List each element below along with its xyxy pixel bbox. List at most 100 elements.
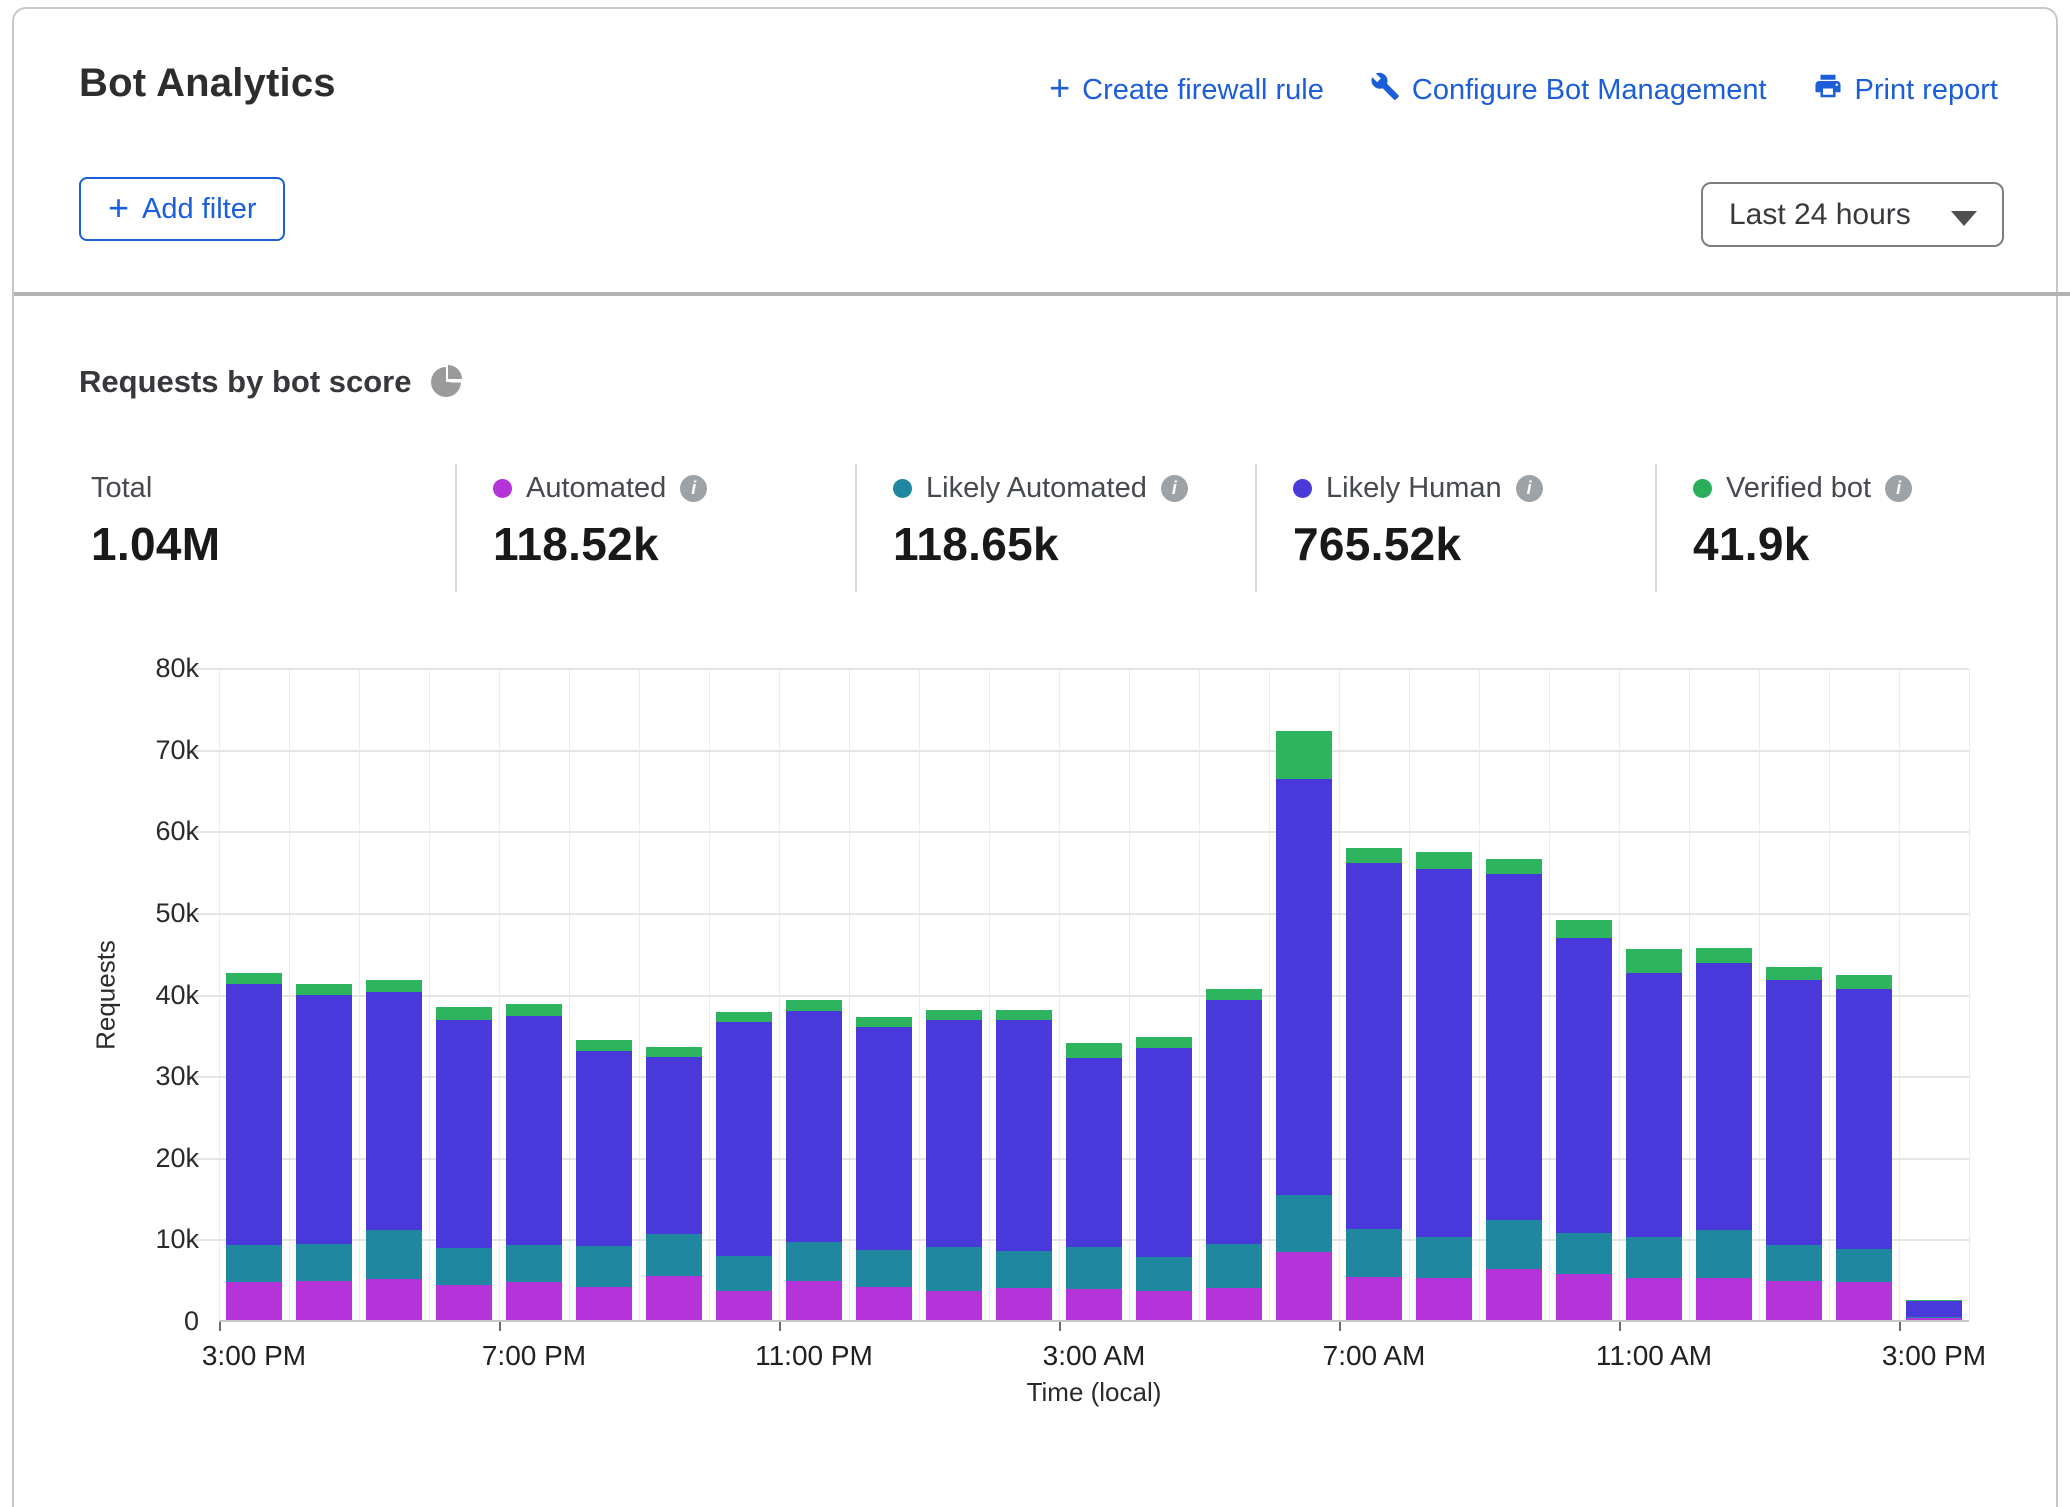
segment-verified-bot <box>786 1000 842 1011</box>
segment-likely-automated <box>926 1247 982 1290</box>
legend-dot-verified-bot <box>1693 479 1712 498</box>
segment-likely-automated <box>1486 1220 1542 1268</box>
segment-verified-bot <box>296 984 352 995</box>
segment-likely-human <box>996 1020 1052 1251</box>
segment-likely-human <box>226 984 282 1245</box>
segment-likely-human <box>1136 1048 1192 1257</box>
info-icon[interactable]: i <box>1161 475 1188 502</box>
y-tick-label: 0 <box>14 1306 199 1337</box>
segment-likely-automated <box>1626 1237 1682 1278</box>
x-tick-label: 3:00 PM <box>1882 1340 1986 1372</box>
segment-verified-bot <box>436 1007 492 1020</box>
print-report-link[interactable]: Print report <box>1813 71 1998 109</box>
x-tick-mark <box>1059 1322 1061 1331</box>
segment-verified-bot <box>1766 967 1822 981</box>
y-tick-label: 10k <box>14 1224 199 1255</box>
time-range-select[interactable]: Last 24 hours <box>1701 182 2004 247</box>
y-tick-label: 40k <box>14 980 199 1011</box>
create-firewall-rule-link[interactable]: + Create firewall rule <box>1049 74 1324 107</box>
segment-likely-automated <box>856 1250 912 1287</box>
segment-verified-bot <box>1416 852 1472 868</box>
y-tick-label: 60k <box>14 816 199 847</box>
bar-8-00-am <box>1416 852 1472 1320</box>
segment-verified-bot <box>996 1010 1052 1021</box>
segment-likely-human <box>1416 869 1472 1237</box>
bar-3-00-pm <box>1906 1300 1962 1320</box>
segment-verified-bot <box>1626 949 1682 973</box>
bar-12-00-pm <box>1696 948 1752 1320</box>
configure-bot-management-link[interactable]: Configure Bot Management <box>1370 71 1767 109</box>
segment-likely-automated <box>1206 1244 1262 1288</box>
y-tick-label: 70k <box>14 735 199 766</box>
segment-verified-bot <box>226 973 282 984</box>
header-actions: + Create firewall rule Configure Bot Man… <box>1049 71 1998 109</box>
bar-7-00-pm <box>506 1004 562 1320</box>
segment-likely-automated <box>646 1234 702 1276</box>
bar-1-00-am <box>926 1010 982 1320</box>
bar-10-00-am <box>1556 920 1612 1320</box>
segment-automated <box>436 1285 492 1320</box>
x-tick-mark <box>219 1322 221 1331</box>
bar-5-00-pm <box>366 980 422 1320</box>
bar-4-00-am <box>1136 1037 1192 1320</box>
segment-likely-automated <box>1416 1237 1472 1279</box>
segment-automated <box>1276 1252 1332 1320</box>
segment-automated <box>1906 1318 1962 1320</box>
h-gridline <box>189 750 1969 752</box>
stat-label: Verified bot <box>1726 472 1871 505</box>
x-tick-label: 3:00 AM <box>1043 1340 1146 1372</box>
legend-dot-likely-automated <box>893 479 912 498</box>
segment-likely-human <box>436 1020 492 1249</box>
bar-6-00-am <box>1276 731 1332 1320</box>
bar-10-00-pm <box>716 1012 772 1320</box>
segment-likely-human <box>786 1011 842 1243</box>
section-head: Requests by bot score <box>79 364 461 400</box>
x-tick-label: 7:00 AM <box>1323 1340 1426 1372</box>
segment-verified-bot <box>646 1047 702 1057</box>
segment-verified-bot <box>366 980 422 992</box>
plus-icon: + <box>108 190 129 226</box>
segment-likely-human <box>1626 973 1682 1237</box>
segment-automated <box>1206 1288 1262 1320</box>
bot-analytics-card: Bot Analytics + Create firewall rule Con… <box>12 7 2058 1507</box>
info-icon[interactable]: i <box>1885 475 1912 502</box>
action-label: Create firewall rule <box>1082 74 1324 107</box>
segment-automated <box>1136 1291 1192 1320</box>
segment-verified-bot <box>1556 920 1612 938</box>
x-tick-mark <box>1339 1322 1341 1331</box>
bar-8-00-pm <box>576 1040 632 1320</box>
segment-automated <box>1766 1281 1822 1320</box>
add-filter-button[interactable]: + Add filter <box>79 177 285 241</box>
stat-likely-human: Likely Human i 765.52k <box>1255 464 1655 592</box>
segment-likely-human <box>1276 779 1332 1195</box>
legend-dot-automated <box>493 479 512 498</box>
bar-9-00-am <box>1486 859 1542 1320</box>
segment-likely-human <box>1346 863 1402 1229</box>
segment-likely-human <box>506 1016 562 1245</box>
segment-likely-human <box>856 1027 912 1250</box>
stat-value: 765.52k <box>1293 517 1655 571</box>
legend-dot-likely-human <box>1293 479 1312 498</box>
header-divider <box>14 292 2070 296</box>
requests-chart: Requests Time (local) 010k20k30k40k50k60… <box>14 629 2070 1403</box>
bar-9-00-pm <box>646 1047 702 1320</box>
segment-likely-automated <box>1696 1230 1752 1278</box>
segment-likely-human <box>646 1057 702 1234</box>
info-icon[interactable]: i <box>680 475 707 502</box>
segment-likely-automated <box>296 1244 352 1281</box>
segment-likely-human <box>1766 980 1822 1244</box>
stat-value: 41.9k <box>1693 517 2055 571</box>
h-gridline <box>189 913 1969 915</box>
segment-likely-automated <box>506 1245 562 1282</box>
plot-area <box>219 669 1969 1322</box>
x-tick-mark <box>779 1322 781 1331</box>
segment-likely-automated <box>1066 1247 1122 1289</box>
stat-label: Likely Automated <box>926 472 1147 505</box>
add-filter-label: Add filter <box>142 193 256 226</box>
bar-2-00-am <box>996 1010 1052 1320</box>
plus-icon: + <box>1049 70 1070 106</box>
info-icon[interactable]: i <box>1516 475 1543 502</box>
bar-12-00-am <box>856 1017 912 1320</box>
y-tick-label: 20k <box>14 1143 199 1174</box>
y-tick-label: 50k <box>14 898 199 929</box>
